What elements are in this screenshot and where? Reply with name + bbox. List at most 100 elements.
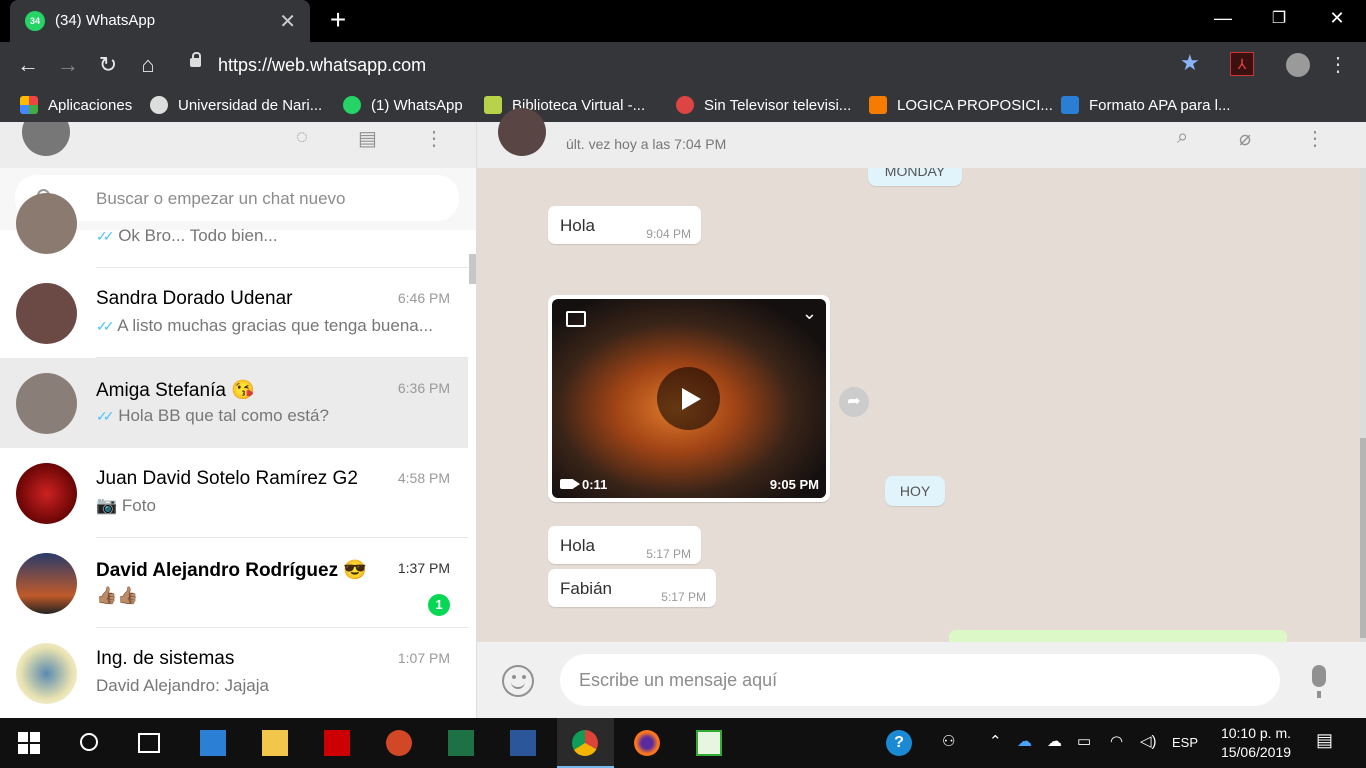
chat-list: ✓✓ Ok Bro... Todo bien... Sandra Dorado … <box>0 193 468 718</box>
message-input[interactable]: Escribe un mensaje aquí <box>560 654 1280 706</box>
system-clock[interactable]: 10:10 p. m. 15/06/2019 <box>1210 724 1302 762</box>
scrollbar[interactable] <box>469 254 476 284</box>
incoming-message[interactable]: Fabián 5:17 PM <box>548 569 716 607</box>
cloud-icon[interactable]: ☁ <box>1047 732 1062 750</box>
chat-item[interactable]: Ing. de sistemas 1:07 PM David Alejandro… <box>0 628 468 718</box>
scrollbar-thumb[interactable] <box>1360 438 1366 638</box>
conversation-header[interactable]: últ. vez hoy a las 7:04 PM ⌕ ⌀ ⋮ <box>477 108 1366 168</box>
search-icon[interactable] <box>80 733 98 751</box>
browser-tab-whatsapp[interactable]: 34 (34) WhatsApp ✕ <box>10 0 310 42</box>
chat-last-message: David Alejandro: Jajaja <box>96 676 269 695</box>
chat-sidebar: ◌ ▤ ⋮ Buscar o empezar un chat nuevo ✓✓ … <box>0 122 477 718</box>
contact-avatar[interactable] <box>498 108 546 156</box>
emoji-icon[interactable] <box>502 665 534 697</box>
attach-icon[interactable]: ⌀ <box>1239 126 1251 151</box>
chat-time: 6:36 PM <box>397 380 450 396</box>
apps-grid-icon <box>20 96 38 114</box>
chevron-up-icon[interactable]: ⌃ <box>989 732 1002 750</box>
recycle-app-icon[interactable] <box>696 730 722 756</box>
date-divider: HOY <box>885 476 945 506</box>
bookmarks-bar: Aplicaciones Universidad de Nari... (1) … <box>0 88 1366 122</box>
browser-tab-strip: 34 (34) WhatsApp ✕ + — ❐ ✕ <box>0 0 1366 42</box>
video-message[interactable]: ⌄ 0:11 9:05 PM <box>548 295 830 502</box>
menu-icon[interactable]: ⋮ <box>424 126 444 151</box>
help-icon[interactable]: ? <box>886 730 912 756</box>
browser-toolbar: ← → ↻ ⌂ https://web.whatsapp.com ★ <box>0 42 1366 88</box>
chat-item[interactable]: Sandra Dorado Udenar 6:46 PM ✓✓ A listo … <box>0 268 468 358</box>
bookmark-logica[interactable]: LOGICA PROPOSICI... <box>869 96 1053 114</box>
windows-start-icon[interactable] <box>18 732 40 754</box>
chat-item-selected[interactable]: Amiga Stefanía 😘 6:36 PM ✓✓ Hola BB que … <box>0 358 468 448</box>
video-thumbnail: ⌄ 0:11 9:05 PM <box>552 299 826 498</box>
message-placeholder: Escribe un mensaje aquí <box>579 670 778 690</box>
bookmark-sin-televisor[interactable]: Sin Televisor televisi... <box>676 96 851 114</box>
file-explorer-icon[interactable] <box>262 730 288 756</box>
wifi-icon[interactable]: ◠ <box>1110 732 1123 750</box>
outgoing-message[interactable] <box>949 630 1287 642</box>
chat-item[interactable]: ✓✓ Ok Bro... Todo bien... <box>0 178 468 268</box>
notifications-icon[interactable]: ▤ <box>1316 730 1333 751</box>
lock-icon <box>190 52 201 67</box>
scrollbar[interactable] <box>1360 168 1366 642</box>
restore-window-button[interactable]: ❐ <box>1264 8 1294 28</box>
chat-last-message: ✓✓ Hola BB que tal como está? <box>96 406 329 425</box>
double-check-icon: ✓✓ <box>96 318 115 334</box>
video-camera-icon <box>560 479 580 489</box>
chat-item[interactable]: David Alejandro Rodríguez 😎 1:37 PM 👍🏽👍🏽… <box>0 538 468 628</box>
chrome-icon[interactable] <box>572 730 598 756</box>
search-messages-icon[interactable]: ⌕ <box>1177 126 1188 149</box>
chat-item[interactable]: Juan David Sotelo Ramírez G2 4:58 PM 📷 F… <box>0 448 468 538</box>
pdf-extension-icon[interactable]: ⅄ <box>1230 52 1254 76</box>
whatsapp-icon <box>343 96 361 114</box>
people-icon[interactable]: ⚇ <box>942 732 955 750</box>
chat-avatar <box>16 643 77 704</box>
close-tab-icon[interactable]: ✕ <box>279 9 296 34</box>
firefox-icon[interactable] <box>634 730 660 756</box>
word-icon[interactable] <box>510 730 536 756</box>
forward-icon[interactable]: ➦ <box>839 387 869 417</box>
chat-last-message: ✓✓ Ok Bro... Todo bien... <box>96 226 278 245</box>
globe-icon <box>150 96 168 114</box>
bookmark-star-icon[interactable]: ★ <box>1180 50 1200 76</box>
browser-menu-icon[interactable]: ⋮ <box>1328 52 1348 77</box>
new-chat-icon[interactable]: ▤ <box>358 126 377 151</box>
forward-button[interactable]: → <box>55 52 81 78</box>
camera-icon: 📷 <box>96 496 118 515</box>
address-bar[interactable]: https://web.whatsapp.com <box>176 46 1216 84</box>
language-indicator[interactable]: ESP <box>1172 735 1198 750</box>
home-button[interactable]: ⌂ <box>135 52 161 78</box>
incoming-message[interactable]: Hola 9:04 PM <box>548 206 701 244</box>
status-icon[interactable]: ◌ <box>296 126 308 149</box>
acrobat-icon[interactable] <box>324 730 350 756</box>
battery-icon[interactable]: ▭ <box>1077 732 1091 750</box>
incoming-message[interactable]: Hola 5:17 PM <box>548 526 701 564</box>
bookmark-formato-apa[interactable]: Formato APA para l... <box>1061 96 1230 114</box>
profile-avatar[interactable] <box>1286 53 1310 77</box>
reload-button[interactable]: ↻ <box>95 52 121 78</box>
task-view-icon[interactable] <box>138 733 160 753</box>
chat-last-message: 📷 Foto <box>96 496 156 515</box>
chevron-down-icon[interactable]: ⌄ <box>802 303 817 324</box>
powerpoint-icon[interactable] <box>386 730 412 756</box>
minimize-window-button[interactable]: — <box>1208 8 1238 29</box>
video-duration: 0:11 <box>582 477 608 492</box>
bookmark-aplicaciones[interactable]: Aplicaciones <box>20 96 132 114</box>
conversation-menu-icon[interactable]: ⋮ <box>1305 126 1325 151</box>
new-tab-button[interactable]: + <box>326 5 350 35</box>
store-icon[interactable] <box>200 730 226 756</box>
clock-time: 10:10 p. m. <box>1220 725 1292 741</box>
close-window-button[interactable]: ✕ <box>1322 8 1352 29</box>
play-icon[interactable] <box>657 367 720 430</box>
my-avatar[interactable] <box>22 122 70 156</box>
microphone-icon[interactable] <box>1312 665 1326 698</box>
double-check-icon: ✓✓ <box>96 408 115 424</box>
volume-icon[interactable]: ◁) <box>1140 732 1157 750</box>
picture-in-picture-icon[interactable] <box>566 311 586 327</box>
back-button[interactable]: ← <box>15 52 41 78</box>
bookmark-whatsapp[interactable]: (1) WhatsApp <box>343 96 463 114</box>
onedrive-icon[interactable]: ☁ <box>1017 732 1032 750</box>
excel-icon[interactable] <box>448 730 474 756</box>
tv-icon <box>676 96 694 114</box>
bookmark-universidad[interactable]: Universidad de Nari... <box>150 96 322 114</box>
biblioteca-icon <box>484 96 502 114</box>
